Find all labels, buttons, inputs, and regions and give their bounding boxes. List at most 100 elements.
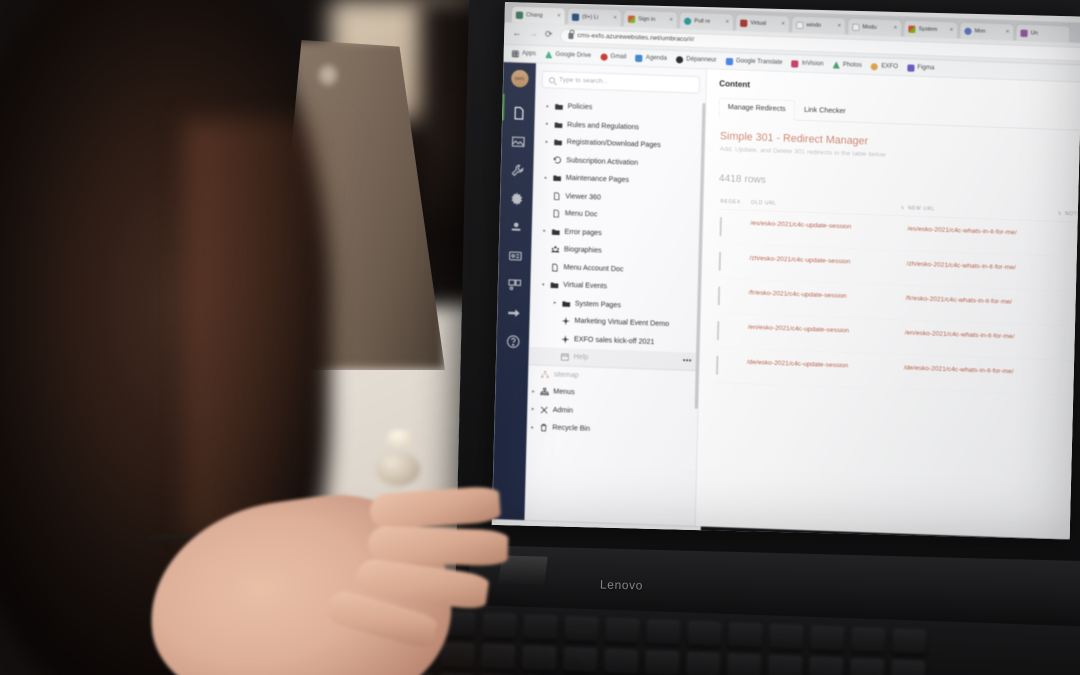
bookmark-invision[interactable]: InVision: [791, 59, 824, 68]
old-url-cell[interactable]: /de/esko-2021/c4c-update-session: [747, 357, 894, 374]
old-url-cell[interactable]: /fr/esko-2021/c4c-update-session: [748, 287, 895, 304]
bookmark-google-drive[interactable]: Google Drive: [545, 51, 591, 60]
bookmark-photos[interactable]: Photos: [833, 61, 862, 69]
depanneur-icon: [675, 55, 684, 63]
regex-checkbox[interactable]: [718, 251, 722, 271]
column-header-regex[interactable]: REGEX: [720, 199, 751, 206]
chevron-right-icon[interactable]: ▸: [544, 139, 549, 145]
key: [808, 656, 844, 675]
chevron-right-icon[interactable]: ▸: [552, 300, 557, 306]
column-header-new-url[interactable]: NEW URL: [908, 205, 1055, 216]
bookmark-label: Photos: [842, 62, 863, 69]
node-options-icon[interactable]: •••: [683, 357, 692, 364]
browser-tab[interactable]: Pull re ×: [678, 11, 735, 31]
tree-node-label: Help: [573, 353, 589, 361]
old-url-cell[interactable]: /en/esko-2021/c4c-update-session: [748, 322, 895, 339]
chevron-right-icon[interactable]: ▸: [542, 228, 547, 234]
tab-manage-redirects[interactable]: Manage Redirects: [718, 97, 796, 121]
users-icon[interactable]: [508, 220, 524, 236]
column-header-old-url[interactable]: OLD URL: [751, 200, 898, 211]
tab-favicon: [515, 11, 524, 19]
folder-icon: [552, 173, 562, 183]
browser-tab[interactable]: Modu ×: [847, 17, 903, 37]
content-icon[interactable]: [511, 105, 527, 121]
umbraco-main-panel: Content Manage Redirects Link Checker Si…: [695, 69, 1080, 540]
forms-icon[interactable]: [506, 277, 522, 293]
screen-content: Chang × (9+) Li × Sign in × Pull re × Vi…: [491, 2, 1080, 540]
new-url-cell[interactable]: /es/esko-2021/c4c-whats-in-it-for-me/: [907, 224, 1054, 241]
settings-wrench-icon[interactable]: [509, 162, 525, 178]
browser-tab[interactable]: Virtual ×: [734, 13, 791, 33]
bookmark-figma[interactable]: Figma: [907, 63, 934, 72]
regex-checkbox[interactable]: [715, 355, 719, 375]
close-icon[interactable]: ×: [669, 17, 673, 23]
back-icon[interactable]: ←: [512, 28, 521, 39]
close-icon[interactable]: ×: [725, 19, 729, 25]
old-url-cell[interactable]: /zh/esko-2021/c4c-update-session: [749, 253, 896, 270]
bookmark-agenda[interactable]: Agenda: [635, 54, 667, 62]
tab-label: Sign in: [638, 15, 656, 23]
chevron-right-icon[interactable]: ▸: [545, 103, 550, 109]
bookmark-google-translate[interactable]: Google Translate: [725, 57, 783, 66]
browser-tab[interactable]: windo ×: [790, 15, 847, 35]
bookmark-gmail[interactable]: Gmail: [600, 52, 626, 61]
sort-icon[interactable]: ⇅: [898, 205, 908, 211]
browser-tab[interactable]: (9+) Li ×: [566, 7, 623, 27]
chevron-right-icon[interactable]: ▸: [545, 121, 550, 127]
browser-tab[interactable]: Mon ×: [959, 21, 1015, 41]
new-url-cell[interactable]: /de/esko-2021/c4c-whats-in-it-for-me/: [904, 362, 1051, 379]
regex-checkbox[interactable]: [719, 216, 722, 237]
reload-icon[interactable]: ⟳: [545, 29, 553, 39]
chevron-down-icon[interactable]: ▾: [541, 282, 546, 288]
document-icon: [550, 263, 559, 273]
chevron-right-icon[interactable]: ▸: [531, 388, 536, 395]
gear-icon[interactable]: [509, 191, 525, 207]
sort-icon[interactable]: ⇅: [1055, 210, 1065, 217]
media-icon[interactable]: [510, 134, 526, 150]
close-icon[interactable]: ×: [1006, 29, 1010, 35]
browser-tab[interactable]: System ×: [903, 19, 959, 39]
browser-tab[interactable]: Sign in ×: [622, 9, 679, 29]
bookmark-exfo[interactable]: EXFO: [871, 62, 899, 71]
umbraco-app: SMS Type to search... ▸ Policies ▸ Rules…: [491, 62, 1080, 540]
tab-link-checker[interactable]: Link Checker: [795, 100, 855, 122]
bookmark-depanneur[interactable]: Dépanneur: [675, 55, 717, 65]
new-url-cell[interactable]: /en/esko-2021/c4c-whats-in-it-for-me/: [905, 328, 1052, 345]
new-url-cell[interactable]: /zh/esko-2021/c4c-whats-in-it-for-me/: [906, 258, 1053, 275]
tree-node-label: Error pages: [564, 228, 602, 237]
tab-favicon: [684, 17, 692, 25]
browser-tab[interactable]: Chang ×: [510, 5, 567, 25]
tree-node-label: Menus: [553, 388, 575, 397]
sitemap-icon: [540, 369, 549, 379]
help-icon[interactable]: [505, 334, 521, 350]
old-url-cell[interactable]: /es/esko-2021/c4c-update-session: [750, 218, 897, 235]
browser-tab[interactable]: Un: [1015, 23, 1071, 43]
tab-favicon: [627, 15, 636, 23]
close-icon[interactable]: ×: [893, 25, 897, 31]
new-url-cell[interactable]: /fr/esko-2021/c4c-whats-in-it-for-me/: [905, 293, 1052, 310]
members-icon[interactable]: [507, 248, 523, 264]
chevron-right-icon[interactable]: ▸: [530, 406, 535, 412]
tree-node-label: Viewer 360: [565, 192, 602, 202]
close-icon[interactable]: ×: [557, 13, 561, 19]
regex-checkbox[interactable]: [716, 320, 720, 341]
forward-icon[interactable]: →: [529, 28, 538, 39]
avatar[interactable]: SMS: [510, 69, 529, 88]
key: [726, 653, 762, 675]
column-header-notes[interactable]: NOTES: [1065, 211, 1080, 218]
close-icon[interactable]: ×: [837, 23, 841, 29]
tab-label: Chang: [526, 11, 543, 19]
close-icon[interactable]: ×: [950, 27, 954, 33]
folder-icon: [554, 102, 563, 112]
chevron-right-icon[interactable]: ▸: [543, 175, 548, 181]
bookmark-apps[interactable]: Apps: [511, 49, 536, 58]
translation-arrow-icon[interactable]: [506, 305, 522, 321]
bookmark-label: EXFO: [881, 63, 899, 71]
exfo-icon: [871, 62, 879, 70]
close-icon[interactable]: ×: [613, 15, 617, 21]
close-icon[interactable]: ×: [781, 21, 785, 27]
search-input[interactable]: Type to search...: [541, 70, 701, 94]
regex-checkbox-cell: [716, 320, 748, 341]
regex-checkbox[interactable]: [717, 286, 721, 306]
tab-favicon: [908, 25, 916, 33]
